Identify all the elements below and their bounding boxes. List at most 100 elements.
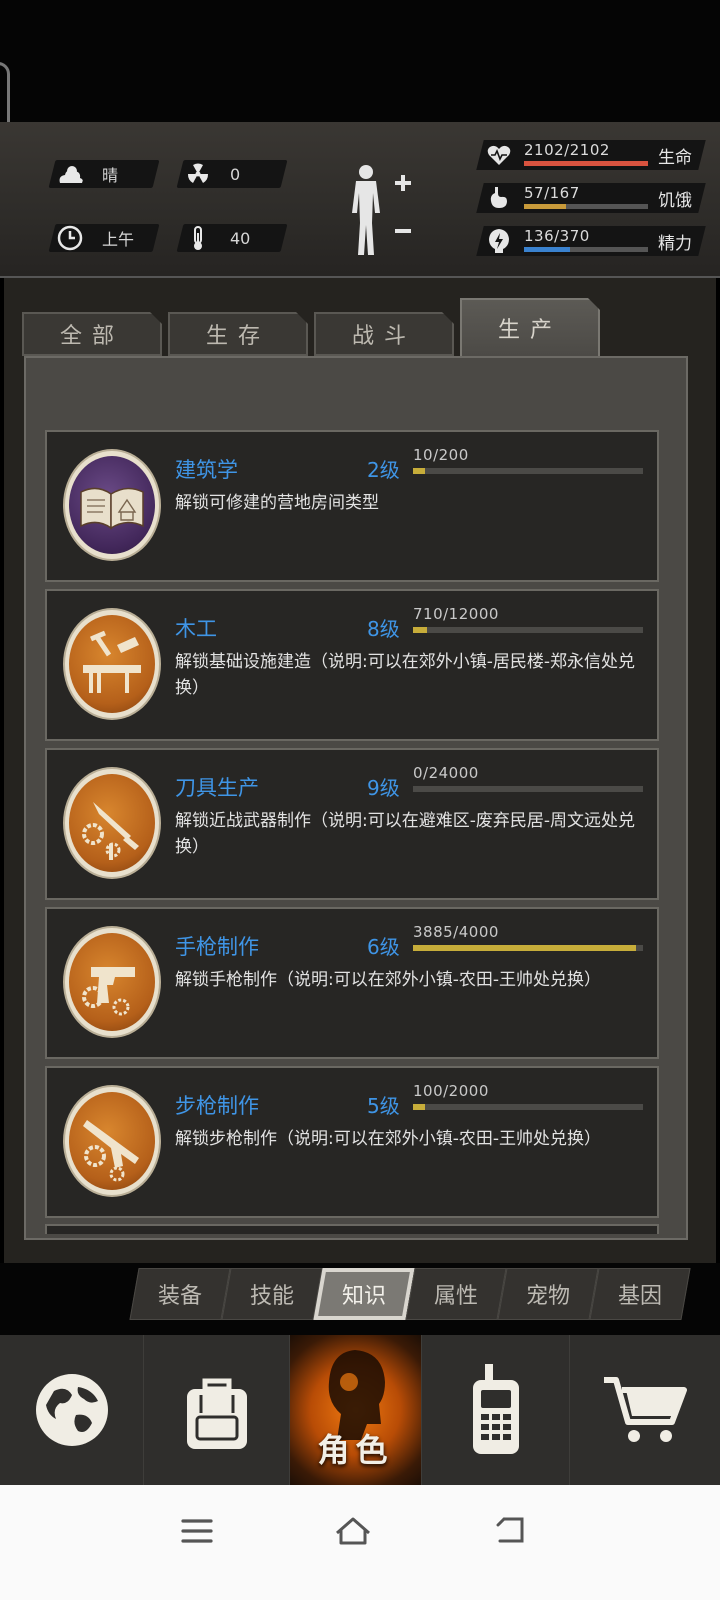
globe-icon	[35, 1374, 108, 1446]
heart-icon	[487, 145, 511, 165]
menu-icon[interactable]	[172, 1506, 222, 1556]
skill-card[interactable]: 建筑学 2级 10/200 解锁可修建的营地房间类型	[45, 430, 659, 582]
health-bar	[524, 161, 648, 166]
subtab-knowledge-label: 知识	[341, 1284, 386, 1309]
subtab-pets[interactable]: 宠物	[497, 1268, 599, 1320]
skill-badge	[63, 926, 161, 1038]
nav-character-label: 角色	[317, 1431, 394, 1469]
radiation-icon	[180, 162, 216, 186]
subtab-attributes-label: 属性	[433, 1284, 478, 1309]
subtab-knowledge[interactable]: 知识	[313, 1268, 415, 1320]
skill-name: 木工	[175, 617, 217, 641]
skill-description: 解锁手枪制作（说明:可以在郊外小镇-农田-王帅处兑换）	[175, 970, 601, 990]
skill-name: 步枪制作	[175, 1094, 259, 1118]
subtab-equipment[interactable]: 装备	[129, 1268, 231, 1320]
tab-all-label: 全部	[59, 324, 124, 349]
rifle-icon	[83, 1120, 139, 1182]
pistol-icon	[82, 967, 135, 1016]
skill-badge	[63, 767, 161, 879]
subtab-skills-label: 技能	[249, 1284, 294, 1309]
knife-icon	[82, 802, 139, 860]
skill-progress-bar	[413, 786, 643, 792]
thermometer-icon	[180, 225, 216, 251]
skill-progress-bar	[413, 627, 643, 633]
skill-level: 5级	[367, 1094, 400, 1118]
cloud-sun-icon	[52, 163, 88, 185]
hunger-value: 57/167	[524, 184, 580, 202]
time-of-day-text: 上午	[102, 230, 135, 249]
weather-chip: 晴	[48, 160, 160, 188]
tab-combat[interactable]: 战斗	[314, 312, 454, 356]
skill-card[interactable]: 木工 8级 710/12000 解锁基础设施建造（说明:可以在郊外小镇-居民楼-…	[45, 589, 659, 741]
carpentry-icon	[83, 630, 141, 693]
skill-badge	[63, 449, 161, 561]
skill-progress-bar	[413, 468, 643, 474]
nav-character-button[interactable]: 角色	[290, 1335, 422, 1485]
nav-map-button[interactable]	[0, 1335, 144, 1485]
skill-card[interactable]: 步枪制作 5级 100/2000 解锁步枪制作（说明:可以在郊外小镇-农田-王帅…	[45, 1066, 659, 1218]
skill-progress-text: 710/12000	[413, 605, 499, 623]
skill-name: 建筑学	[175, 458, 238, 482]
health-label: 生命	[658, 148, 692, 168]
health-value: 2102/2102	[524, 141, 610, 159]
subtab-genes[interactable]: 基因	[589, 1268, 691, 1320]
skill-description: 解锁可修建的营地房间类型	[175, 493, 379, 513]
skill-name: 刀具生产	[175, 776, 259, 800]
tab-combat-label: 战斗	[351, 324, 416, 349]
energy-value: 136/370	[524, 227, 590, 245]
skill-card[interactable]: 刀具生产 9级 0/24000 解锁近战武器制作（说明:可以在避难区-废弃民居-…	[45, 748, 659, 900]
skill-progress-bar	[413, 945, 643, 951]
skill-level: 9级	[367, 776, 400, 800]
tab-production-label: 生产	[497, 318, 562, 343]
hunger-label: 饥饿	[658, 191, 692, 211]
subtab-attributes[interactable]: 属性	[405, 1268, 507, 1320]
hunger-bar	[524, 204, 648, 209]
skill-progress-text: 0/24000	[413, 764, 479, 782]
book-icon	[80, 487, 144, 530]
subtab-genes-label: 基因	[617, 1284, 662, 1309]
back-icon[interactable]	[486, 1506, 536, 1556]
radio-icon	[472, 1364, 519, 1454]
subtab-skills[interactable]: 技能	[221, 1268, 323, 1320]
tab-survival[interactable]: 生存	[168, 312, 308, 356]
skill-level: 8级	[367, 617, 400, 641]
cart-icon	[604, 1377, 687, 1442]
nav-shop-button[interactable]	[570, 1335, 720, 1485]
vital-energy: 136/370 精力	[476, 226, 706, 256]
temperature-chip: 40	[176, 224, 288, 252]
next-card-peek	[45, 1224, 659, 1234]
stomach-icon	[490, 187, 507, 208]
skill-description: 解锁步枪制作（说明:可以在郊外小镇-农田-王帅处兑换）	[175, 1129, 601, 1149]
skill-description: 解锁近战武器制作（说明:可以在避难区-废弃民居-周文远处兑换）	[175, 811, 635, 857]
tab-all[interactable]: 全部	[22, 312, 162, 356]
body-status-button[interactable]	[348, 163, 418, 263]
energy-label: 精力	[658, 234, 692, 254]
radiation-value: 0	[230, 164, 241, 184]
skill-progress-text: 10/200	[413, 446, 469, 464]
skill-badge	[63, 1085, 161, 1197]
nav-backpack-button[interactable]	[144, 1335, 290, 1485]
skill-card[interactable]: 手枪制作 6级 3885/4000 解锁手枪制作（说明:可以在郊外小镇-农田-王…	[45, 907, 659, 1059]
subtab-equipment-label: 装备	[157, 1284, 202, 1309]
skill-level: 6级	[367, 935, 400, 959]
nav-radio-button[interactable]	[422, 1335, 570, 1485]
skill-progress-text: 100/2000	[413, 1082, 489, 1100]
skill-badge	[63, 608, 161, 720]
subtab-pets-label: 宠物	[525, 1284, 570, 1309]
clock-icon	[52, 225, 88, 251]
time-chip: 上午	[48, 224, 160, 252]
skill-description: 解锁基础设施建造（说明:可以在郊外小镇-居民楼-郑永信处兑换）	[175, 652, 635, 698]
energy-icon	[489, 229, 509, 253]
skill-name: 手枪制作	[175, 935, 259, 959]
skill-progress-bar	[413, 1104, 643, 1110]
tab-production[interactable]: 生产	[460, 298, 600, 358]
human-figure-icon	[352, 165, 411, 255]
home-icon[interactable]	[328, 1506, 378, 1556]
top-black-area	[0, 0, 720, 122]
temperature-value: 40	[230, 228, 251, 248]
energy-bar	[524, 247, 648, 252]
weather-text: 晴	[102, 166, 119, 185]
skill-level: 2级	[367, 458, 400, 482]
backpack-icon	[186, 1378, 247, 1449]
vital-hunger: 57/167 饥饿	[476, 183, 706, 213]
